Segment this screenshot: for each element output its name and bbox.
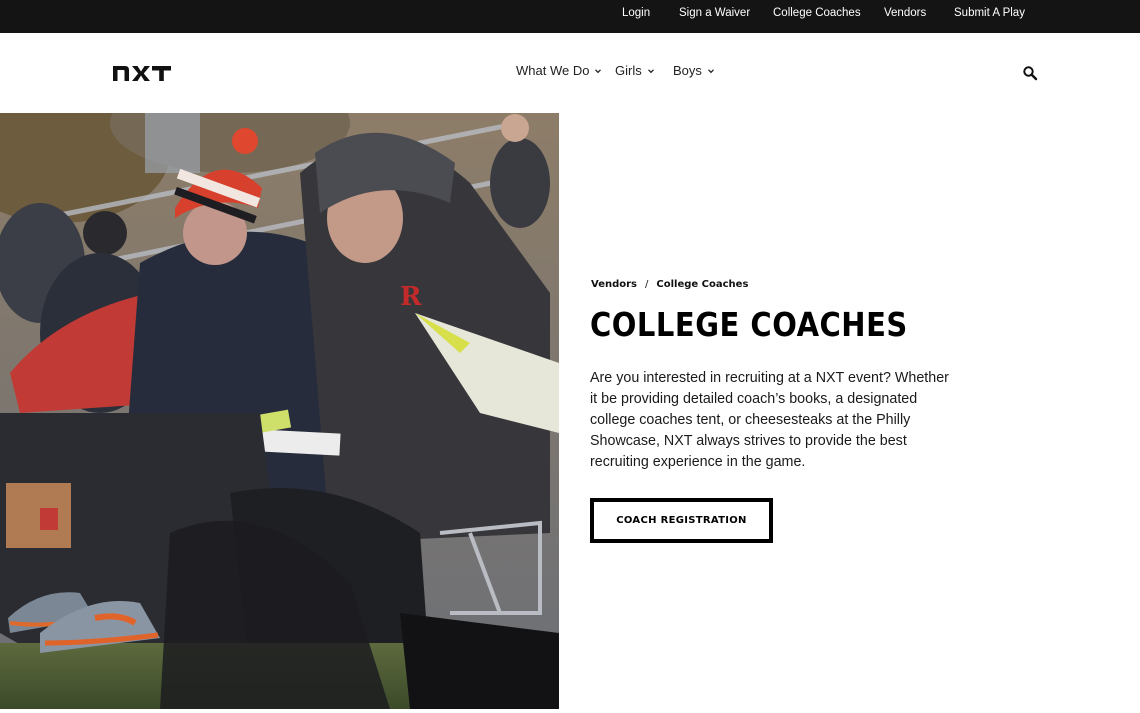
- nav-boys[interactable]: Boys: [673, 63, 715, 78]
- page-title: COLLEGE COACHES: [590, 306, 908, 345]
- hero-photo: R: [0, 113, 559, 709]
- breadcrumb-separator: /: [645, 279, 649, 290]
- vendors-link[interactable]: Vendors: [884, 0, 926, 33]
- nav-what-we-do-label: What We Do: [516, 63, 590, 78]
- coach-registration-button[interactable]: COACH REGISTRATION: [590, 498, 773, 543]
- login-link[interactable]: Login: [622, 0, 650, 33]
- intro-text: Are you interested in recruiting at a NX…: [590, 370, 949, 470]
- submit-a-play-link[interactable]: Submit A Play: [954, 0, 1025, 33]
- college-coaches-link[interactable]: College Coaches: [773, 0, 861, 33]
- nxt-logo[interactable]: [112, 61, 172, 83]
- utility-bar: Login Sign a Waiver College Coaches Vend…: [0, 0, 1140, 33]
- nav-girls-label: Girls: [615, 63, 642, 78]
- chevron-down-icon: [707, 68, 714, 73]
- nav-girls[interactable]: Girls: [615, 63, 655, 78]
- coaches-crowd-illustration: R: [0, 113, 559, 709]
- chevron-down-icon: [647, 68, 654, 73]
- breadcrumb-college-coaches[interactable]: College Coaches: [656, 279, 748, 290]
- nav-boys-label: Boys: [673, 63, 702, 78]
- nav-what-we-do[interactable]: What We Do: [516, 63, 602, 78]
- search-icon[interactable]: [1022, 65, 1038, 81]
- site-header: What We Do Girls Boys: [0, 33, 1140, 113]
- breadcrumb: Vendors / College Coaches: [591, 279, 748, 290]
- chevron-down-icon: [595, 68, 602, 73]
- breadcrumb-vendors[interactable]: Vendors: [591, 279, 637, 290]
- svg-text:R: R: [400, 282, 422, 312]
- sign-waiver-link[interactable]: Sign a Waiver: [679, 0, 750, 33]
